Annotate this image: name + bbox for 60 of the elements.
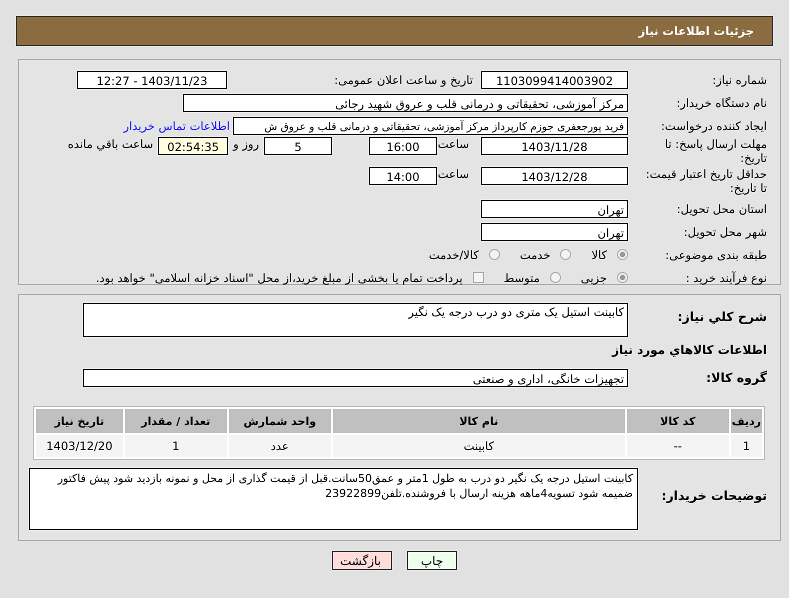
time-label: ساعت bbox=[437, 137, 470, 151]
radio-label: متوسط bbox=[504, 270, 540, 284]
radio-label: کالا/خدمت bbox=[428, 248, 479, 262]
column-header: تعداد / مقدار bbox=[124, 409, 227, 433]
table-cell: 1 bbox=[124, 435, 227, 457]
summary-textarea[interactable]: کابینت استیل یک متری دو درب درجه یک نگیر bbox=[83, 303, 628, 337]
days-label: روز و bbox=[232, 137, 260, 151]
time-field: 16:00 bbox=[369, 137, 437, 155]
announce-date-field: 1403/11/23 - 12:27 bbox=[77, 70, 227, 88]
table-cell: کابینت bbox=[332, 435, 625, 457]
field-label: نوع فرآیند خرید : bbox=[684, 270, 767, 284]
days-field: 5 bbox=[264, 137, 332, 155]
buyer-notes-textarea[interactable]: کابینت استیل درجه یک نگیر دو درب به طول 1متر و عمق50سانت.قبل از قیمت گذاری از محل و نمونه بازدید شود پیش فاکتور ضمیمه شود تسویه4ماهه هزینه ارسال با فروشنده.تلفن23922899 bbox=[29, 468, 638, 530]
buyer-contact-link[interactable]: اطلاعات تماس خریدار bbox=[123, 118, 233, 132]
table-cell: 1403/12/20 bbox=[36, 435, 123, 457]
radio-label: خدمت bbox=[520, 248, 550, 262]
action-button[interactable]: چاپ bbox=[407, 551, 457, 570]
field-label: طبقه بندی موضوعی: bbox=[664, 248, 767, 262]
radio-button[interactable] bbox=[488, 249, 500, 260]
province-field: تهران bbox=[481, 200, 628, 218]
date-field: 1403/11/28 bbox=[481, 137, 628, 155]
field-label: حداقل تاریخ اعتبار قیمت: تا تاریخ: bbox=[644, 167, 767, 195]
column-header: رديف bbox=[730, 409, 762, 433]
radio-label: جزیی bbox=[580, 270, 607, 284]
column-header: کد کالا bbox=[626, 409, 729, 433]
field-label: استان محل تحویل: bbox=[676, 202, 767, 216]
section-title: اطلاعات کالاهاي مورد نياز bbox=[610, 343, 767, 357]
date-field: 1403/12/28 bbox=[481, 167, 628, 185]
field-label: شهر محل تحویل: bbox=[682, 224, 767, 238]
remaining-label: ساعت باقي مانده bbox=[66, 137, 154, 151]
checkbox[interactable] bbox=[472, 272, 484, 283]
city-field: تهران bbox=[481, 222, 628, 240]
table-cell: -- bbox=[626, 435, 729, 457]
goods-group-field: تجهیزات خانگی، اداری و صنعتی bbox=[83, 369, 628, 387]
requester-field: فرید پورجعفری جوزم کارپرداز مرکز آموزشی، تحقیقاتی و درمانی قلب و عروق ش bbox=[233, 116, 628, 134]
buyer-org-field: مرکز آموزشی، تحقیقاتی و درمانی قلب و عروق شهید رجائی bbox=[183, 94, 628, 112]
field-label: شماره نیاز: bbox=[711, 72, 767, 86]
field-label: شرح کلي نياز: bbox=[676, 308, 767, 324]
radio-button[interactable] bbox=[617, 249, 628, 260]
radio-label: کالا bbox=[591, 248, 607, 262]
field-label: ایجاد کننده درخواست: bbox=[660, 118, 767, 132]
checkbox-label: پرداخت تمام یا بخشی از مبلغ خرید،از محل "اسناد خزانه اسلامی" خواهد بود. bbox=[96, 270, 463, 284]
column-header: نام کالا bbox=[332, 409, 625, 433]
remaining-time-field: 02:54:35 bbox=[158, 137, 228, 155]
column-header: تاریخ نیاز bbox=[36, 409, 123, 433]
time-label: ساعت bbox=[437, 167, 470, 181]
need-number-field: 1103099414003902 bbox=[481, 70, 628, 88]
field-label: گروه کالا: bbox=[705, 369, 767, 385]
radio-button[interactable] bbox=[560, 249, 572, 260]
field-label: نام دستگاه خریدار: bbox=[675, 96, 767, 110]
table-cell: 1 bbox=[730, 435, 762, 457]
table-cell: عدد bbox=[228, 435, 331, 457]
column-header: واحد شمارش bbox=[228, 409, 331, 433]
field-label: تاریخ و ساعت اعلان عمومی: bbox=[333, 72, 474, 86]
radio-button[interactable] bbox=[617, 272, 628, 283]
field-label: مهلت ارسال پاسخ: تا تاریخ: bbox=[664, 137, 767, 165]
radio-button[interactable] bbox=[550, 272, 561, 283]
page-title: جزئیات اطلاعات نیاز bbox=[638, 24, 754, 38]
time-field: 14:00 bbox=[369, 167, 437, 185]
action-button[interactable]: بازگشت bbox=[332, 551, 392, 570]
